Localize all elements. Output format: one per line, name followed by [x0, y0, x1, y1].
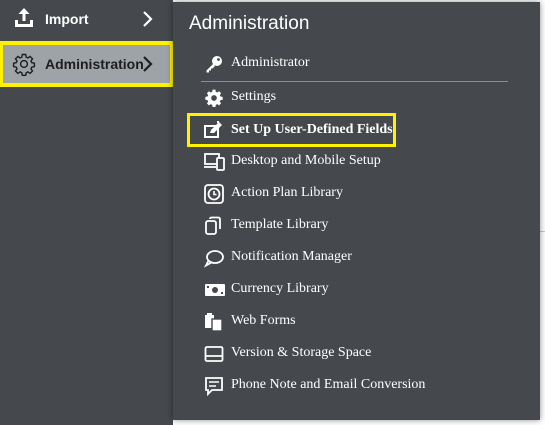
clipboard-icon	[204, 312, 224, 332]
administration-flyout-menu: Administration Administrator Settings Se…	[173, 2, 540, 420]
menu-item-settings[interactable]: Settings	[201, 83, 513, 111]
menu-item-action-plan-library[interactable]: Action Plan Library	[201, 179, 513, 207]
copy-icon	[204, 216, 224, 236]
chevron-right-icon	[142, 55, 154, 73]
flyout-title: Administration	[189, 13, 310, 34]
chevron-right-icon	[142, 10, 154, 28]
menu-item-label: Set Up User-Defined Fields	[231, 122, 393, 137]
menu-item-label: Administrator	[231, 55, 310, 70]
menu-item-label: Notification Manager	[231, 249, 352, 264]
nav-item-label: Administration	[45, 56, 144, 72]
banknote-icon	[204, 280, 225, 300]
nav-item-import[interactable]: Import	[0, 0, 173, 38]
message-icon	[204, 376, 224, 396]
menu-divider	[201, 81, 508, 82]
left-nav: Import Administration	[0, 0, 174, 425]
edit-icon	[204, 121, 224, 141]
menu-item-label: Template Library	[231, 217, 329, 232]
nav-item-label: Import	[45, 11, 89, 27]
key-icon	[204, 54, 224, 74]
menu-item-set-up-user-defined-fields[interactable]: Set Up User-Defined Fields	[187, 113, 396, 147]
menu-item-template-library[interactable]: Template Library	[201, 211, 513, 239]
menu-item-notification-manager[interactable]: Notification Manager	[201, 243, 513, 271]
menu-item-label: Currency Library	[231, 281, 329, 296]
app-stage: Import Administration Administration Adm…	[0, 0, 545, 425]
menu-item-administrator[interactable]: Administrator	[201, 49, 513, 77]
gear-icon	[12, 52, 36, 76]
menu-item-label: Action Plan Library	[231, 185, 343, 200]
gear-icon	[204, 88, 224, 108]
menu-item-label: Desktop and Mobile Setup	[231, 153, 381, 168]
menu-item-label: Web Forms	[231, 313, 296, 328]
menu-item-web-forms[interactable]: Web Forms	[201, 307, 513, 335]
storage-icon	[204, 344, 224, 364]
chat-bubble-icon	[204, 248, 224, 268]
menu-item-label: Phone Note and Email Conversion	[231, 377, 426, 392]
menu-item-desktop-and-mobile-setup[interactable]: Desktop and Mobile Setup	[201, 147, 513, 175]
nav-item-administration[interactable]: Administration	[0, 41, 174, 87]
clock-icon	[204, 184, 224, 204]
menu-item-label: Version & Storage Space	[231, 345, 372, 360]
menu-item-version-and-storage-space[interactable]: Version & Storage Space	[201, 339, 513, 367]
menu-item-label: Settings	[231, 89, 277, 104]
menu-item-currency-library[interactable]: Currency Library	[201, 275, 513, 303]
upload-icon	[12, 6, 36, 30]
devices-icon	[204, 152, 225, 172]
menu-item-phone-note-and-email-conversion[interactable]: Phone Note and Email Conversion	[201, 371, 513, 399]
